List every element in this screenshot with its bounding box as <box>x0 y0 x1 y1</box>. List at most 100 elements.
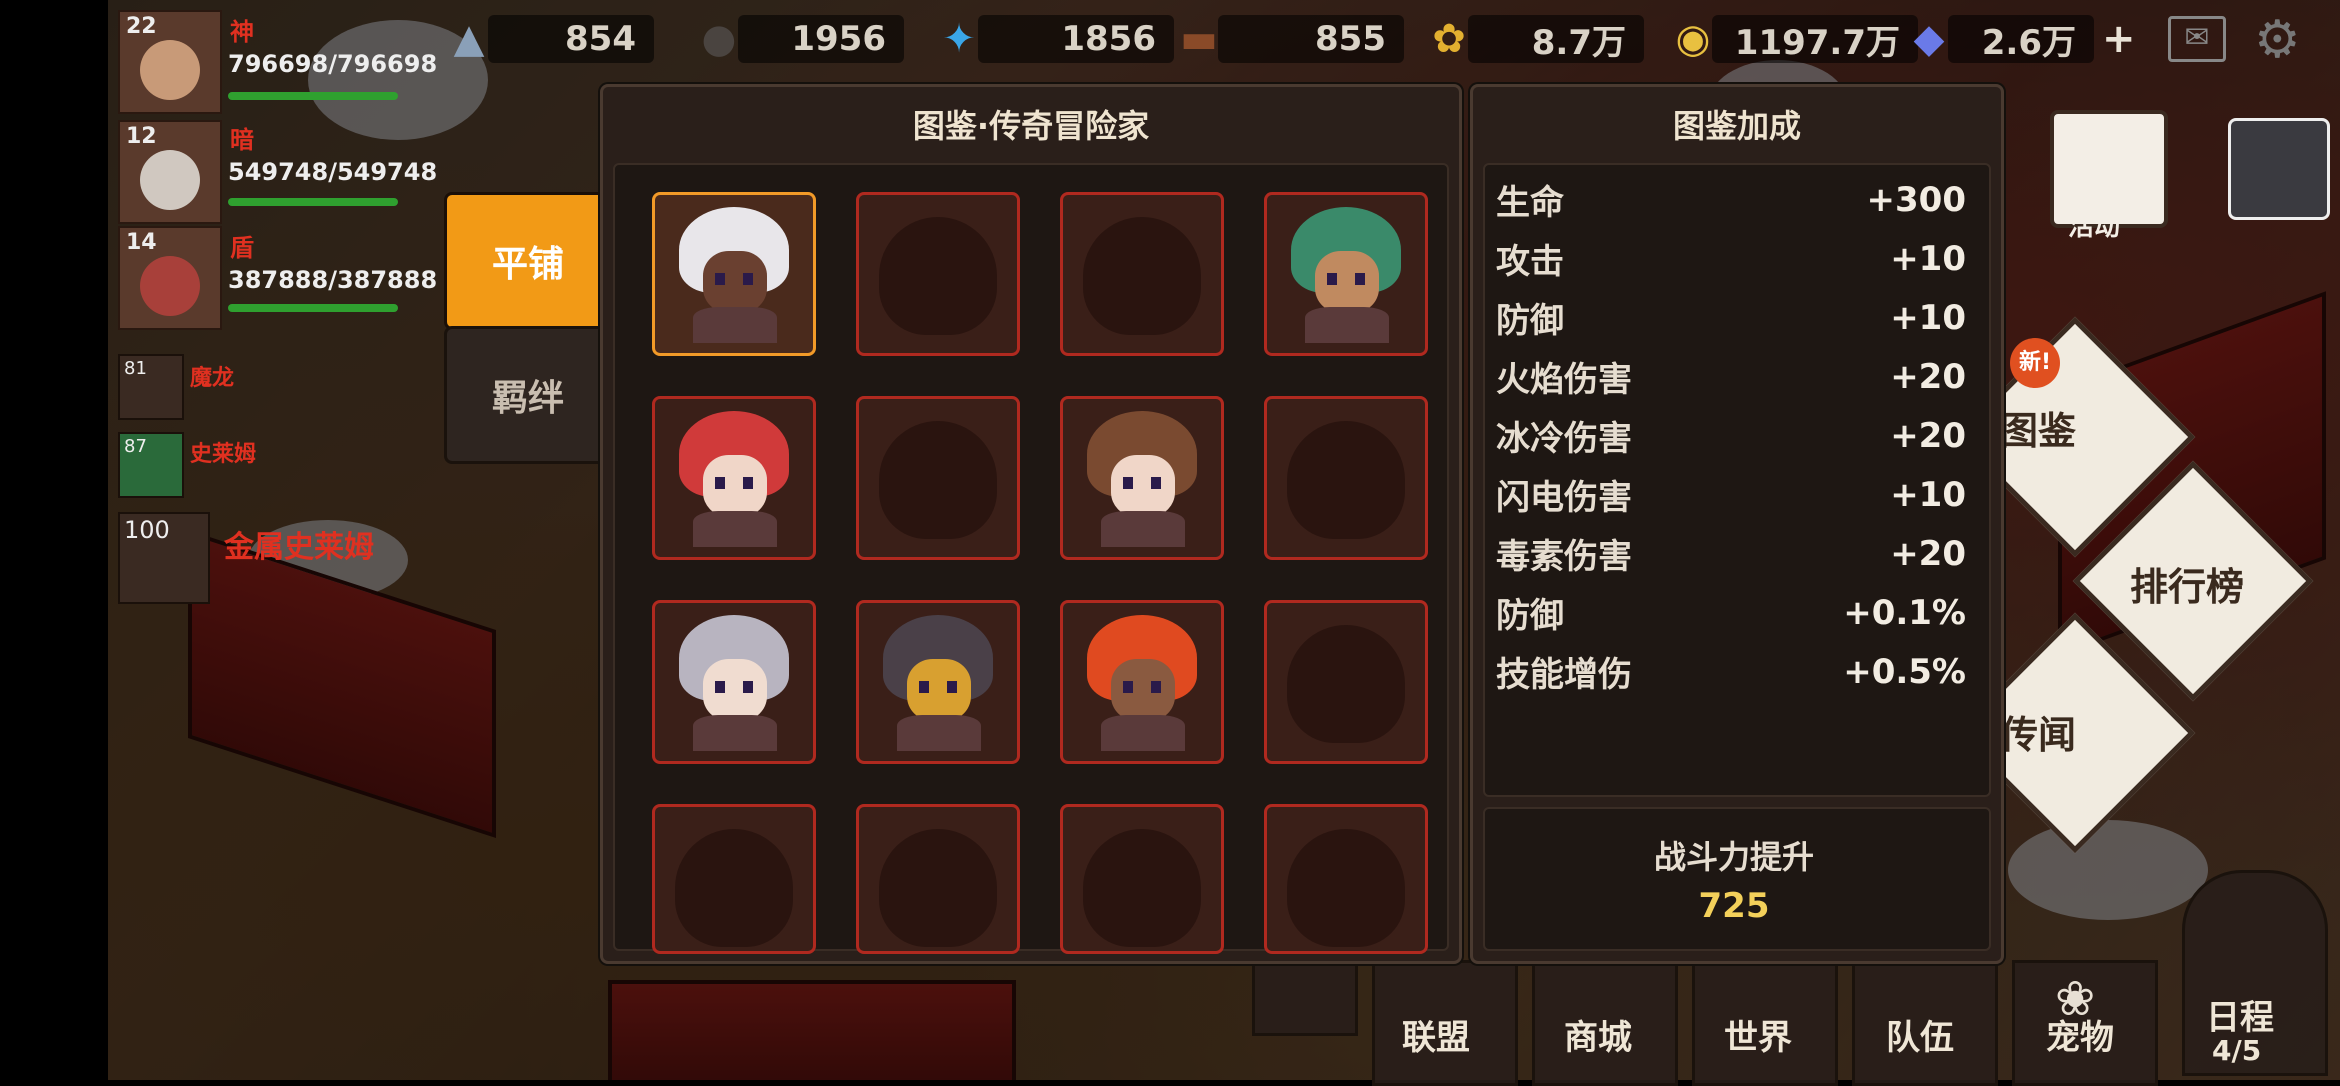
settings-icon[interactable]: ⚙ <box>2254 10 2301 70</box>
locked-silhouette <box>1083 829 1201 947</box>
codex-cell-orange-hair-adventurer[interactable] <box>1060 600 1224 764</box>
stat-value: +0.1% <box>1843 592 1966 633</box>
locked-silhouette <box>879 421 997 539</box>
hero-level: 22 <box>126 14 157 39</box>
codex-cell-white-hair-adventurer[interactable] <box>652 192 816 356</box>
codex-cell-red-hair-adventurer[interactable] <box>652 396 816 560</box>
pet-level: 100 <box>124 516 170 544</box>
shop-label: 商城 <box>1564 1018 1632 1058</box>
power-box <box>1483 807 1991 951</box>
codex-cell-locked[interactable] <box>1264 396 1428 560</box>
hero-name: 盾 <box>230 234 254 262</box>
locked-silhouette <box>675 829 793 947</box>
alliance-label: 联盟 <box>1402 1018 1470 1058</box>
tab-tile-label: 平铺 <box>491 244 564 285</box>
codex-cell-locked[interactable] <box>1060 192 1224 356</box>
locked-silhouette <box>1083 217 1201 335</box>
hero-level: 12 <box>126 124 157 149</box>
codex-title: 图鉴·传奇冒险家 <box>912 107 1150 145</box>
tab-bond-label: 羁绊 <box>491 378 564 419</box>
stat-name: 防御 <box>1496 301 1564 341</box>
resource-crystal: ✦ 1856 <box>930 8 1174 70</box>
tab-tile[interactable]: 平铺 <box>444 192 612 330</box>
resource-diamond[interactable]: ◆ 2.6万 + <box>1900 8 2136 70</box>
pet-name: 魔龙 <box>190 366 235 391</box>
stat-name: 闪电伤害 <box>1496 478 1632 518</box>
codex-cell-brown-hair-adventurer[interactable] <box>1060 396 1224 560</box>
hero-level: 14 <box>126 230 157 255</box>
red-hair-adventurer-portrait <box>673 411 795 547</box>
silver-hood-adventurer-portrait <box>673 615 795 751</box>
bonus-stat-row: 攻击 +10 <box>1496 229 1966 288</box>
pet-slot-3[interactable]: 100 <box>118 512 210 604</box>
add-diamond-icon[interactable]: + <box>2102 16 2136 62</box>
codex-cell-locked[interactable] <box>1060 804 1224 954</box>
white-hair-adventurer-portrait <box>673 207 795 343</box>
pet-name: 金属史莱姆 <box>224 530 374 565</box>
codex-cell-green-hair-adventurer[interactable] <box>1264 192 1428 356</box>
codex-cell-plague-doctor-adventurer[interactable] <box>856 600 1020 764</box>
resource-value: 855 <box>1218 15 1404 63</box>
hero-hp-bar <box>228 92 398 100</box>
resource-wood: ▬ 855 <box>1170 8 1404 70</box>
codex-label: 图鉴 <box>2000 409 2077 453</box>
hero-name: 神 <box>230 18 254 46</box>
resource-value: 2.6万 <box>1948 15 2094 63</box>
avatar[interactable] <box>2228 118 2330 220</box>
locked-silhouette <box>1287 829 1405 947</box>
locked-silhouette <box>1287 625 1405 743</box>
stat-value: +10 <box>1890 297 1966 338</box>
pet-level: 87 <box>124 436 147 457</box>
codex-cell-silver-hood-adventurer[interactable] <box>652 600 816 764</box>
stat-name: 防御 <box>1496 596 1564 636</box>
stat-value: +300 <box>1866 179 1966 220</box>
resource-gold: ◉ 1197.7万 <box>1664 8 1918 70</box>
pet-name: 史莱姆 <box>190 442 257 467</box>
hero-avatar <box>140 150 200 210</box>
bonus-stat-row: 防御 +10 <box>1496 288 1966 347</box>
resource-wheat: ✿ 8.7万 <box>1420 8 1644 70</box>
stat-name: 火焰伤害 <box>1496 360 1632 400</box>
codex-cell-locked[interactable] <box>856 804 1020 954</box>
stat-name: 生命 <box>1496 183 1564 223</box>
bonus-stat-row: 毒素伤害 +20 <box>1496 524 1966 583</box>
team-hero-3[interactable]: 14 <box>118 226 222 330</box>
stat-value: +20 <box>1890 415 1966 456</box>
bonus-stat-row: 冰冷伤害 +20 <box>1496 406 1966 465</box>
bonus-stat-row: 闪电伤害 +10 <box>1496 465 1966 524</box>
stat-value: +20 <box>1890 533 1966 574</box>
world-label: 世界 <box>1724 1018 1792 1058</box>
resource-ore: ● 1956 <box>690 8 904 70</box>
locked-silhouette <box>1287 421 1405 539</box>
team-hero-1[interactable]: 22 <box>118 10 222 114</box>
brown-hair-adventurer-portrait <box>1081 411 1203 547</box>
codex-cell-locked[interactable] <box>1264 804 1428 954</box>
codex-cell-locked[interactable] <box>856 396 1020 560</box>
stat-value: +0.5% <box>1843 651 1966 692</box>
stat-name: 毒素伤害 <box>1496 537 1632 577</box>
schedule-count: 4/5 <box>2212 1034 2262 1067</box>
bonus-stat-row: 技能增伤 +0.5% <box>1496 642 1966 701</box>
pet-slot-2[interactable]: 87 <box>118 432 184 498</box>
pet-slot-1[interactable]: 81 <box>118 354 184 420</box>
green-hair-adventurer-portrait <box>1285 207 1407 343</box>
mail-icon[interactable]: ✉ <box>2168 16 2226 62</box>
hero-hp-bar <box>228 304 398 312</box>
resource-value: 1956 <box>738 15 904 63</box>
hero-hp: 549748/549748 <box>228 158 438 186</box>
codex-cell-locked[interactable] <box>856 192 1020 356</box>
hero-hp: 796698/796698 <box>228 50 438 78</box>
stat-name: 攻击 <box>1496 242 1564 282</box>
resource-value: 854 <box>488 15 654 63</box>
power-value: 725 <box>1698 886 1770 926</box>
codex-cell-locked[interactable] <box>1264 600 1428 764</box>
pet-level: 81 <box>124 358 147 379</box>
team-hero-2[interactable]: 12 <box>118 120 222 224</box>
hero-name: 暗 <box>230 126 254 154</box>
resource-stone: ▲ 854 <box>440 8 654 70</box>
tab-bond[interactable]: 羁绊 <box>444 326 612 464</box>
schedule-label: 日程 <box>2206 998 2274 1038</box>
team-label: 队伍 <box>1886 1018 1954 1058</box>
bonus-stat-row: 生命 +300 <box>1496 170 1966 229</box>
codex-cell-locked[interactable] <box>652 804 816 954</box>
